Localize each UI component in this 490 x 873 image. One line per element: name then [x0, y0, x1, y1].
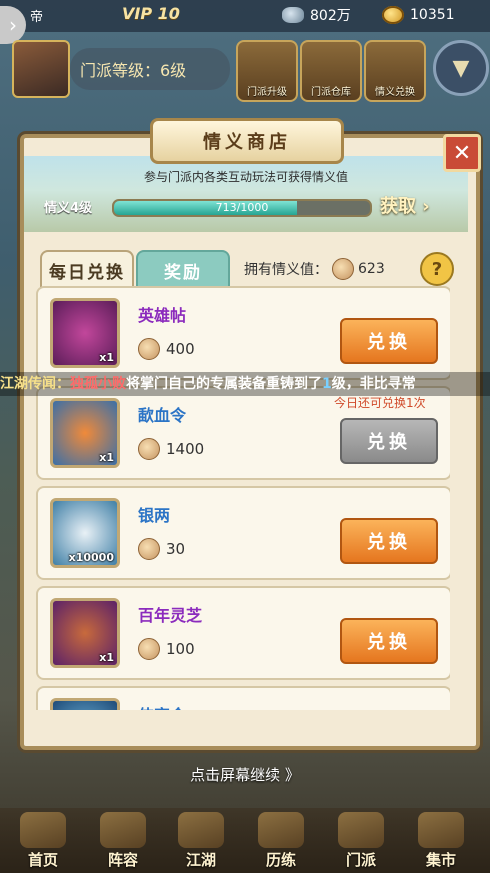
- dialog-title: 情义商店: [150, 118, 344, 164]
- nav-label: 江湖: [185, 851, 216, 869]
- hero-invitation-icon[interactable]: x1: [50, 298, 120, 368]
- sect-warehouse-button[interactable]: 门派仓库: [300, 40, 362, 102]
- item-price: 1400: [138, 438, 204, 460]
- exchange-button[interactable]: 兑换: [340, 618, 438, 664]
- item-name: 百年灵芝: [138, 606, 203, 625]
- list-item: x1 英雄帖 400 兑换: [36, 286, 450, 380]
- news-marquee: 江湖传闻：独孤小败将掌门自己的专属装备重铸到了1级，非比寻常: [0, 372, 490, 396]
- nav-label: 集市: [425, 851, 456, 869]
- item-qty: x1: [99, 351, 114, 364]
- marquee-level: 1: [322, 376, 332, 392]
- item-qty: x10000: [68, 551, 114, 564]
- gold-amount: 10351: [410, 7, 455, 23]
- exchange-limit-note: 今日还可兑换1次: [334, 396, 426, 410]
- marquee-prefix: 江湖传闻：: [0, 376, 70, 392]
- item-name: 歃血令: [138, 406, 187, 425]
- nav-label: 阵容: [107, 851, 138, 869]
- silver-counter: 802万: [282, 4, 351, 26]
- nav-training[interactable]: 历练: [246, 812, 316, 872]
- question-mark-icon: ?: [431, 258, 443, 280]
- lingzhi-mushroom-icon[interactable]: x1: [50, 598, 120, 668]
- triangle-down-icon: ▼: [452, 55, 470, 81]
- price-value: 100: [166, 640, 195, 658]
- nav-label: 首页: [27, 851, 58, 869]
- lineup-icon: [100, 812, 146, 848]
- gold-coin-icon: [382, 6, 404, 24]
- banner-text: 参与门派内各类互动玩法可获得情义值: [143, 170, 348, 184]
- get-loyalty-button[interactable]: 获取 ›: [380, 192, 430, 218]
- loyalty-coin-icon: [138, 338, 160, 360]
- continue-hint[interactable]: 点击屏幕继续 》: [0, 764, 490, 785]
- nav-sect[interactable]: 门派: [326, 812, 396, 872]
- price-value: 1400: [166, 440, 205, 458]
- item-name: 英雄帖: [138, 306, 187, 325]
- list-item: x10000 银两 30 兑换: [36, 486, 450, 580]
- sect-level-label: 门派等级：6级: [70, 48, 230, 90]
- nav-label: 门派: [345, 851, 376, 869]
- progress-text: 713/1000: [215, 201, 269, 214]
- sect-icon: [338, 812, 384, 848]
- nav-label: 历练: [265, 851, 296, 869]
- market-icon: [418, 812, 464, 848]
- price-value: 30: [166, 540, 186, 558]
- sect-upgrade-button[interactable]: 门派升级: [236, 40, 298, 102]
- player-name-fragment: 帝: [30, 10, 44, 25]
- owned-value: 623: [358, 261, 385, 277]
- owned-label: 拥有情义值：: [244, 262, 328, 278]
- list-item: x1 歃血令 今日还可兑换1次 1400 兑换: [36, 386, 450, 480]
- sect-upgrade-label: 门派升级: [247, 87, 287, 98]
- price-value: 400: [166, 340, 195, 358]
- get-label: 获取: [380, 196, 416, 217]
- nav-lineup[interactable]: 阵容: [88, 812, 158, 872]
- silver-ingot-icon[interactable]: x10000: [50, 498, 120, 568]
- loyalty-coin-icon: [138, 638, 160, 660]
- exchange-button[interactable]: 兑换: [340, 518, 438, 564]
- marquee-player: 独孤小败: [70, 376, 126, 392]
- sect-warehouse-label: 门派仓库: [311, 87, 351, 98]
- chevron-right-icon: ›: [422, 196, 430, 217]
- item-qty: x1: [99, 451, 114, 464]
- item-list[interactable]: x1 英雄帖 400 兑换 x1 歃血令 今日还可兑换1次 1400 兑换 x1…: [36, 286, 450, 710]
- tab-rewards[interactable]: 奖励: [136, 250, 230, 290]
- marquee-text: 将掌门自己的专属装备重铸到了: [126, 376, 322, 392]
- loyalty-level: 情义4级: [44, 201, 93, 216]
- loyalty-exchange-label: 情义兑换: [375, 87, 415, 98]
- nav-market[interactable]: 集市: [406, 812, 476, 872]
- item-price: 30: [138, 538, 185, 560]
- loyalty-exchange-button[interactable]: 情义兑换: [364, 40, 426, 102]
- list-item: 侠客令: [36, 686, 450, 710]
- exchange-button[interactable]: 兑换: [340, 318, 438, 364]
- close-button[interactable]: ✕: [443, 134, 481, 172]
- expand-menu-button[interactable]: ▼: [433, 40, 489, 96]
- training-icon: [258, 812, 304, 848]
- item-name: 银两: [138, 506, 171, 525]
- gold-counter: 10351: [382, 4, 455, 26]
- blood-token-icon[interactable]: x1: [50, 398, 120, 468]
- close-icon: ✕: [452, 140, 472, 166]
- vip-level: VIP 10: [122, 4, 180, 23]
- item-price: 100: [138, 638, 195, 660]
- exchange-button-disabled[interactable]: 兑换: [340, 418, 438, 464]
- help-button[interactable]: ?: [420, 252, 454, 286]
- nav-home[interactable]: 首页: [8, 812, 78, 872]
- list-item: x1 百年灵芝 100 兑换: [36, 586, 450, 680]
- marquee-text-end: 级，非比寻常: [331, 376, 416, 392]
- home-icon: [20, 812, 66, 848]
- item-qty: x1: [99, 651, 114, 664]
- tab-daily-exchange[interactable]: 每日兑换: [40, 250, 134, 288]
- loyalty-coin-icon: [332, 258, 354, 280]
- chevron-right-icon: ›: [9, 13, 17, 37]
- book-icon: [178, 812, 224, 848]
- partial-item-icon[interactable]: [50, 698, 120, 710]
- item-name: 侠客令: [138, 702, 186, 710]
- loyalty-coin-icon: [138, 438, 160, 460]
- owned-loyalty: 拥有情义值： 623: [244, 258, 385, 280]
- nav-jianghu[interactable]: 江湖: [166, 812, 236, 872]
- item-price: 400: [138, 338, 195, 360]
- silver-icon: [282, 7, 304, 23]
- avatar[interactable]: [12, 40, 70, 98]
- loyalty-progress-bar: 713/1000: [112, 199, 372, 217]
- silver-amount: 802万: [310, 8, 351, 24]
- loyalty-coin-icon: [138, 538, 160, 560]
